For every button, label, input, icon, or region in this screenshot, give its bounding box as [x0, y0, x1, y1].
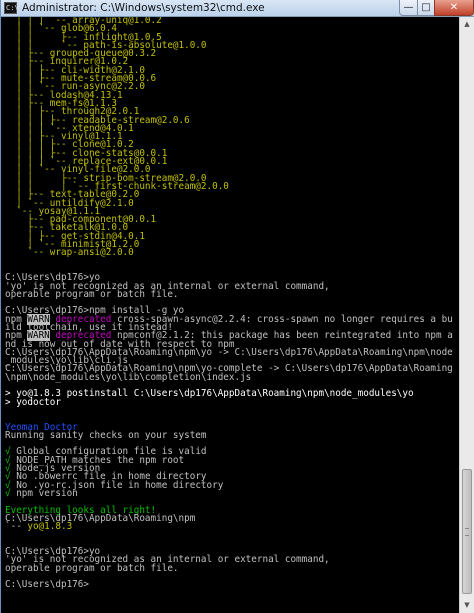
console-line: [5, 531, 460, 539]
console-text-segment: operable program or batch file.: [5, 288, 179, 300]
console-text-segment: > yo@1.8.3 postinstall C:\Users\dp176\Ap…: [5, 388, 414, 400]
console-line: operable program or batch file.: [5, 562, 460, 574]
console-line: `-- yo@1.8.3: [5, 521, 460, 533]
minimize-button[interactable]: —: [399, 0, 418, 16]
console-line: operable program or batch file.: [5, 288, 460, 300]
console-text-segment: > yodoctor: [5, 396, 61, 408]
scroll-up-arrow-icon[interactable]: ▲: [460, 17, 474, 32]
console-line: [5, 407, 460, 415]
console-text-segment: operable program or batch file.: [5, 562, 179, 574]
console-line: \npm\node_modules\yo\lib\completion\inde…: [5, 371, 460, 383]
console-line: Running sanity checks on your system: [5, 429, 460, 441]
console-text-segment: Running sanity checks on your system: [5, 429, 207, 441]
scrollbar-thumb[interactable]: [462, 469, 472, 594]
vertical-scrollbar[interactable]: ▲ ▼: [459, 17, 474, 613]
console-line: > yodoctor: [5, 396, 460, 408]
close-button[interactable]: ✕: [434, 0, 474, 16]
scroll-down-arrow-icon[interactable]: ▼: [460, 598, 474, 613]
title-bar[interactable]: C:\ Administrator: C:\Windows\system32\c…: [1, 0, 474, 17]
console-output[interactable]: │ │ │ `-- array-uniq@1.0.2 │ │ `-- glob@…: [2, 17, 460, 613]
window-title: Administrator: C:\Windows\system32\cmd.e…: [22, 2, 265, 14]
console-app-icon[interactable]: C:\: [4, 2, 19, 14]
console-line: C:\Users\dp176\AppData\Roaming\npm: [5, 514, 460, 523]
console-text-segment: \npm\node_modules\yo\lib\completion\inde…: [5, 371, 252, 383]
maximize-button[interactable]: □: [417, 0, 435, 16]
console-text-segment: `-- wrap-ansi@2.0.0: [5, 247, 134, 259]
console-line: > yo@1.8.3 postinstall C:\Users\dp176\Ap…: [5, 388, 460, 400]
console-text-segment: C:\Users\dp176>: [5, 579, 89, 591]
console-line: [5, 258, 460, 266]
console-text-segment: npm version: [10, 487, 78, 499]
console-line: √ npm version: [5, 487, 460, 499]
console-line: C:\Users\dp176>: [5, 579, 460, 591]
console-line: `-- wrap-ansi@2.0.0: [5, 247, 460, 259]
scrollbar-grip: [465, 528, 469, 536]
console-text-segment: yo@1.8.3: [27, 521, 73, 533]
cmd-window: C:\ Administrator: C:\Windows\system32\c…: [0, 0, 474, 613]
